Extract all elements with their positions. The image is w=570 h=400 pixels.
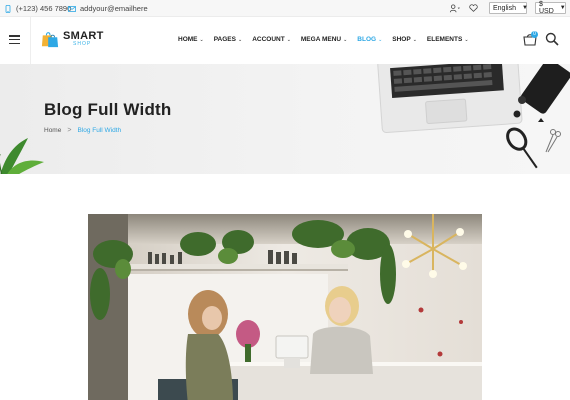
envelope-icon <box>68 5 76 12</box>
blog-post-image[interactable] <box>88 214 482 400</box>
phone-contact[interactable]: (+123) 456 7890 <box>4 4 71 13</box>
cafe-scene-photo <box>88 214 482 400</box>
user-icon[interactable] <box>449 3 461 13</box>
language-value: English <box>493 4 516 12</box>
currency-value: $ USD <box>539 1 554 15</box>
nav-label: ELEMENTS <box>426 36 463 43</box>
nav-label: HOME <box>178 36 198 43</box>
plant-leaf-decoration <box>0 138 44 174</box>
nav-item-account[interactable]: ACCOUNT ⌄ <box>252 36 291 43</box>
shopping-bag-logo-icon <box>41 32 59 48</box>
nav-label: PAGES <box>213 36 236 43</box>
email-contact[interactable]: addyour@emailhere <box>68 4 148 13</box>
chevron-down-icon: ⌄ <box>286 36 291 43</box>
main-navigation: HOME ⌄ PAGES ⌄ ACCOUNT ⌄ MEGA MENU ⌄ BLOG ⌄ S… <box>178 36 479 43</box>
divider <box>30 17 31 64</box>
page-title-banner: Blog Full Width Home > Blog Full Width <box>0 64 570 174</box>
chevron-down-icon: ⌄ <box>237 36 243 43</box>
desk-decoration-image <box>377 64 570 169</box>
chevron-right-icon: > <box>67 127 72 134</box>
top-bar: (+123) 456 7890 addyour@emailhere Englis… <box>0 0 570 17</box>
logo-subtitle: SHOP <box>73 41 92 47</box>
nav-label: ACCOUNT <box>252 36 285 43</box>
breadcrumb: Home > Blog Full Width <box>44 127 121 134</box>
nav-label: MEGA MENU <box>300 36 342 43</box>
chevron-down-icon: ⌄ <box>378 36 383 43</box>
nav-item-mega-menu[interactable]: MEGA MENU ⌄ <box>301 36 347 43</box>
phone-number: (+123) 456 7890 <box>16 4 72 13</box>
nav-label: BLOG <box>357 36 377 43</box>
chevron-down-icon: ▼ <box>521 5 528 11</box>
breadcrumb-home-link[interactable]: Home <box>44 127 61 134</box>
page-title: Blog Full Width <box>44 100 172 119</box>
chevron-down-icon: ⌄ <box>464 36 469 43</box>
currency-select[interactable]: $ USD ▼ <box>535 1 566 15</box>
main-header: SMART SHOP HOME ⌄ PAGES ⌄ ACCOUNT ⌄ MEGA ME… <box>0 17 570 64</box>
cart-count-badge: 0 <box>531 31 538 38</box>
hamburger-menu-icon[interactable] <box>9 35 20 45</box>
nav-item-home[interactable]: HOME ⌄ <box>178 36 204 43</box>
chevron-down-icon: ▼ <box>559 5 566 11</box>
chevron-down-icon: ⌄ <box>199 36 204 43</box>
phone-icon <box>5 4 11 13</box>
nav-label: SHOP <box>392 36 411 43</box>
site-logo[interactable]: SMART SHOP <box>41 30 104 48</box>
chevron-down-icon: ⌄ <box>343 36 348 43</box>
breadcrumb-current: Blog Full Width <box>77 127 122 134</box>
nav-item-shop[interactable]: SHOP ⌄ <box>392 36 417 43</box>
chevron-down-icon: ⌄ <box>412 36 417 43</box>
email-address: addyour@emailhere <box>80 4 148 13</box>
language-select[interactable]: English ▼ <box>489 2 528 14</box>
nav-item-elements[interactable]: ELEMENTS ⌄ <box>427 36 469 43</box>
heart-icon[interactable] <box>469 4 478 12</box>
nav-item-blog[interactable]: BLOG ⌄ <box>357 36 382 43</box>
nav-item-pages[interactable]: PAGES ⌄ <box>214 36 242 43</box>
search-icon[interactable] <box>545 32 559 46</box>
